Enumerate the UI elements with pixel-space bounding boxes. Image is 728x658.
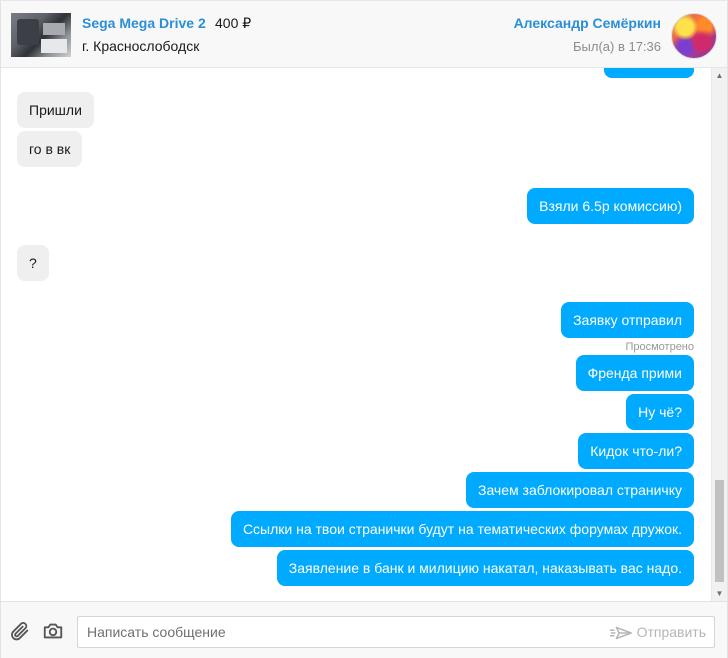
message-bubble-outgoing: Кидок что-ли?	[578, 433, 694, 469]
message-bubble-incoming: го в вк	[17, 131, 83, 167]
message-bubble-outgoing: Ну чё?	[626, 394, 694, 430]
message-bubble-outgoing: Зачем заблокировал страничку	[466, 472, 694, 508]
message-input[interactable]	[78, 617, 588, 647]
thumbnail-cartridge-shape	[43, 23, 65, 35]
send-button[interactable]: Отправить	[609, 617, 706, 647]
chat-header: Sega Mega Drive 2 400 ₽ г. Краснослободс…	[1, 1, 727, 68]
send-button-label: Отправить	[636, 624, 706, 640]
item-price: 400 ₽	[215, 15, 252, 31]
message-bubble-outgoing: Ссылки на твои странички будут на темати…	[230, 511, 694, 547]
scroll-up-arrow-icon[interactable]: ▲	[712, 68, 727, 83]
message-input-container: Отправить	[77, 616, 715, 648]
scroll-down-arrow-icon[interactable]: ▼	[712, 586, 727, 601]
message-list: Пришли го в вк Взяли 6.5р комиссию) ? За…	[1, 68, 711, 601]
user-name-link[interactable]: Александр Семёркин	[514, 15, 661, 31]
camera-icon[interactable]	[42, 620, 64, 642]
thumbnail-console-shape	[17, 19, 39, 45]
message-composer: Отправить	[1, 601, 727, 658]
message-bubble-partial	[604, 68, 694, 78]
message-bubble-outgoing: Френда прими	[575, 355, 694, 391]
message-bubble-outgoing: Заявление в банк и милицию накатал, нака…	[276, 550, 694, 586]
chat-window: Sega Mega Drive 2 400 ₽ г. Краснослободс…	[0, 0, 728, 658]
item-city: г. Краснослободск	[82, 38, 200, 54]
last-seen-status: Был(а) в 17:36	[572, 39, 661, 54]
scrollbar-thumb[interactable]	[715, 480, 724, 582]
item-title-link[interactable]: Sega Mega Drive 2	[82, 15, 206, 31]
item-thumbnail[interactable]	[11, 13, 71, 57]
avatar[interactable]	[671, 13, 717, 59]
message-bubble-outgoing: Взяли 6.5р комиссию)	[527, 188, 694, 224]
message-bubble-incoming: Пришли	[17, 92, 94, 128]
message-bubble-outgoing: Заявку отправил	[561, 302, 694, 338]
seen-indicator: Просмотрено	[625, 341, 694, 353]
message-scrollbar[interactable]: ▲ ▼	[711, 68, 727, 601]
send-icon	[609, 625, 633, 641]
paperclip-icon[interactable]	[9, 620, 31, 642]
message-bubble-incoming: ?	[17, 245, 49, 281]
thumbnail-box-shape	[41, 39, 67, 53]
